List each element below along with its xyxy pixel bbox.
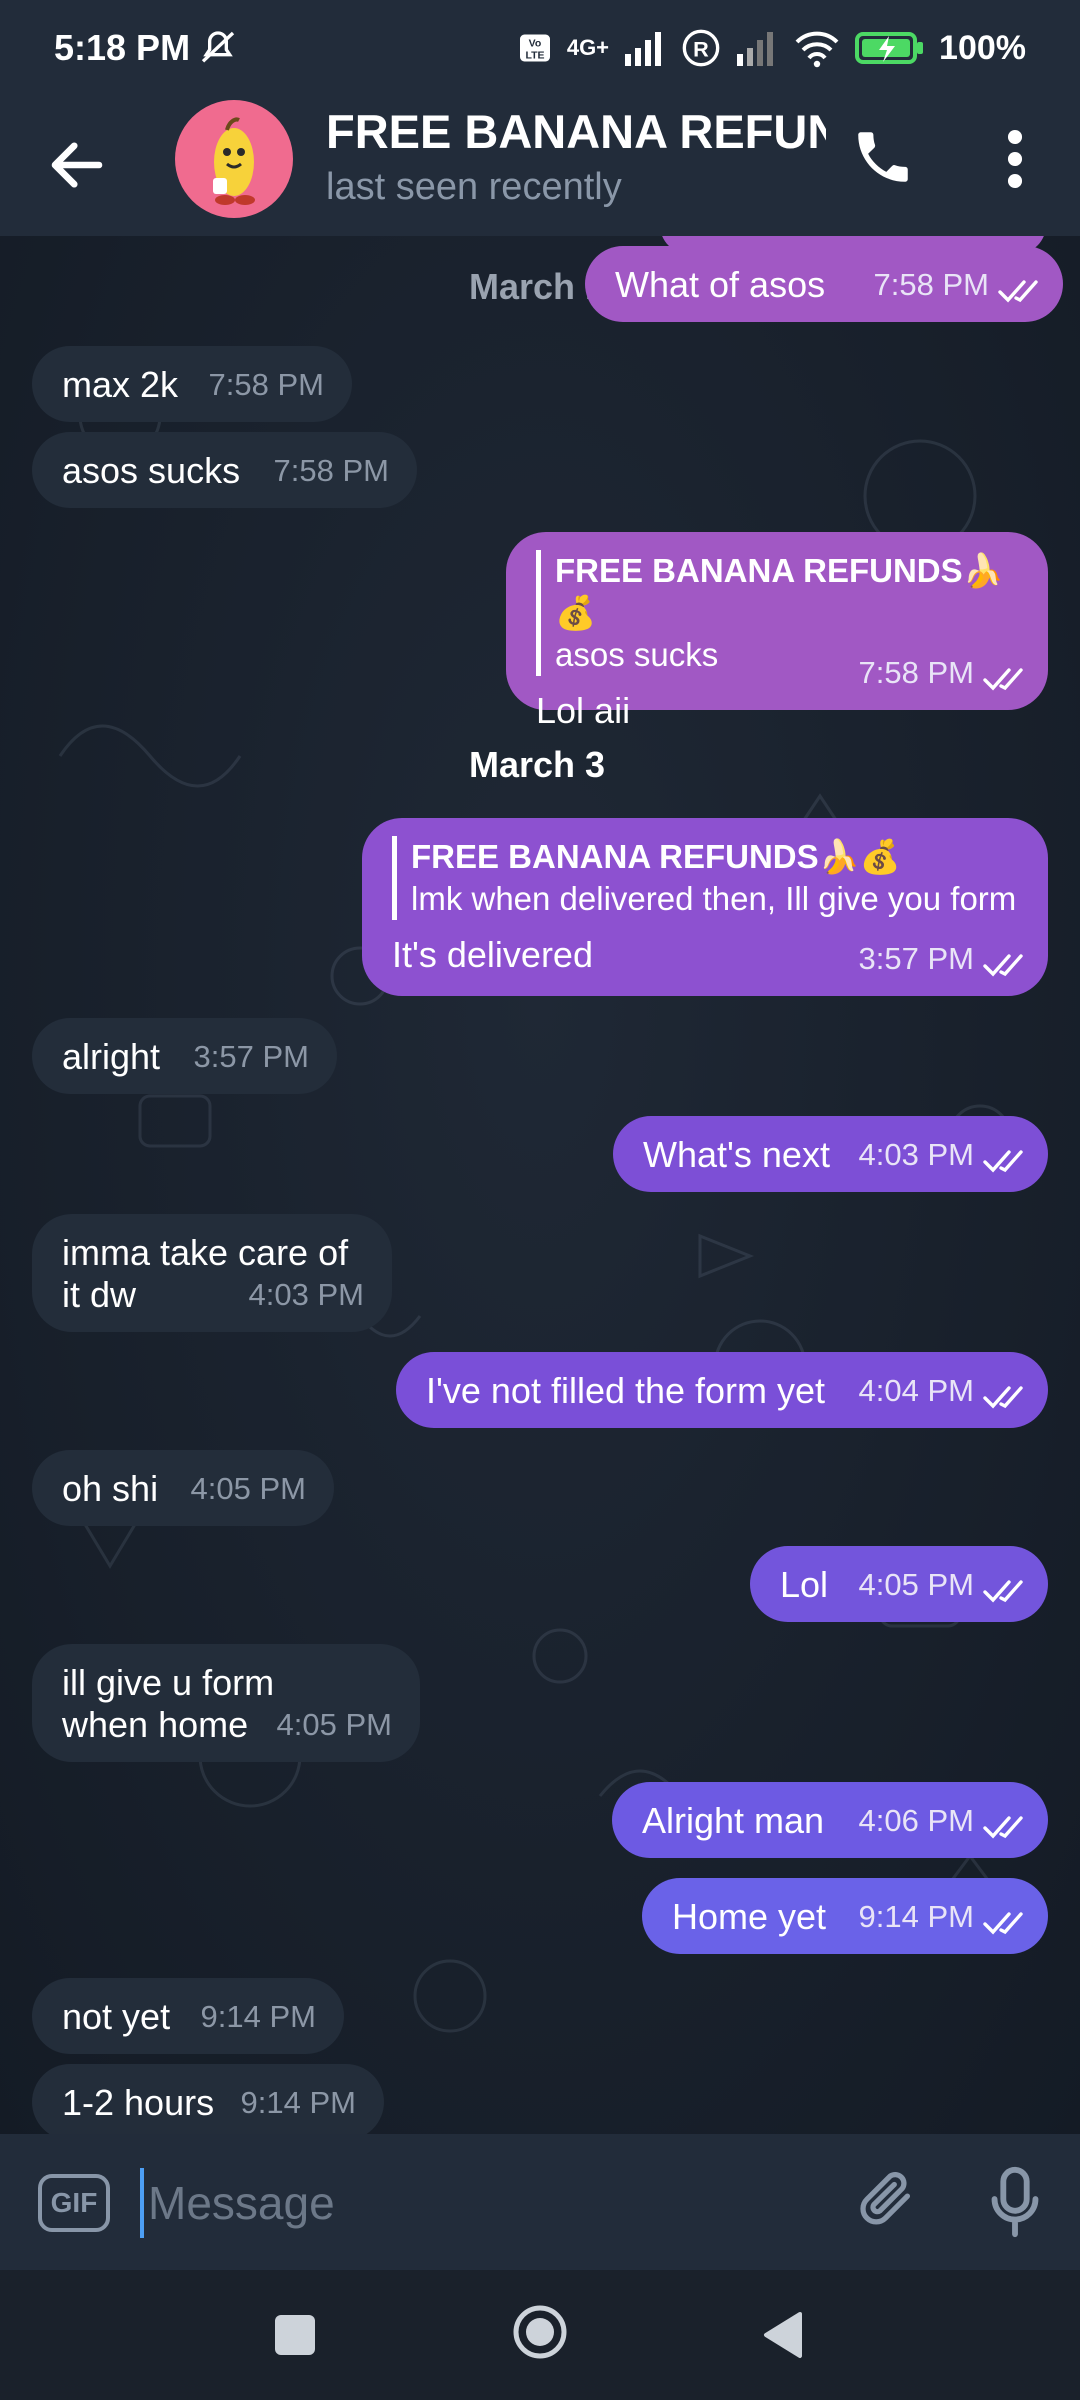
message-time: 4:03 PM <box>248 1277 364 1312</box>
double-check-icon <box>983 1816 1023 1839</box>
chat-header: FREE BANANA REFUN last seen recently <box>0 96 1080 236</box>
double-check-icon <box>983 668 1023 691</box>
microphone-icon[interactable] <box>985 2164 1045 2240</box>
volte-icon: Vo LTE <box>519 34 550 62</box>
back-arrow-icon[interactable] <box>44 132 110 198</box>
date-chip-march-3: March 3 <box>469 744 606 785</box>
more-vertical-icon[interactable] <box>995 126 1035 192</box>
message-time: 9:14 PM <box>858 1899 974 1934</box>
message-text: What's next <box>643 1134 830 1175</box>
message-bubble-incoming[interactable]: asos sucks 7:58 PM <box>32 432 417 508</box>
message-time: 4:05 PM <box>858 1567 974 1602</box>
message-time: 4:03 PM <box>858 1137 974 1172</box>
reply-quote[interactable]: FREE BANANA REFUNDS🍌💰 lmk when delivered… <box>392 836 1018 920</box>
double-check-icon <box>998 280 1038 303</box>
message-time: 7:58 PM <box>858 655 974 690</box>
message-bubble-outgoing[interactable]: Lol 4:05 PM <box>750 1546 1048 1622</box>
banana-icon <box>213 117 255 205</box>
message-time: 4:04 PM <box>858 1373 974 1408</box>
message-bubble-incoming[interactable]: imma take care of it dw 4:03 PM <box>32 1214 392 1332</box>
nav-back-button[interactable] <box>760 2310 804 2360</box>
message-time: 7:58 PM <box>273 453 389 488</box>
message-text-line-1: imma take care of <box>62 1232 349 1273</box>
battery-percent: 100% <box>939 28 1026 67</box>
message-text-line-1: ill give u form <box>62 1662 275 1703</box>
avatar[interactable] <box>175 100 293 218</box>
message-time: 3:57 PM <box>193 1039 309 1074</box>
message-bubble-incoming[interactable]: max 2k 7:58 PM <box>32 346 352 422</box>
message-bubble-incoming[interactable]: 1-2 hours 9:14 PM <box>32 2064 384 2134</box>
message-bubble-incoming[interactable]: oh shi 4:05 PM <box>32 1450 334 1526</box>
status-icons: Vo LTE 4G+ R 100% <box>517 28 1026 68</box>
message-text: Home yet <box>672 1896 827 1937</box>
signal-weak-icon <box>737 32 774 66</box>
double-check-icon <box>983 1386 1023 1409</box>
message-bubble-outgoing-reply[interactable]: FREE BANANA REFUNDS🍌💰 lmk when delivered… <box>362 818 1048 996</box>
chat-title[interactable]: FREE BANANA REFUN <box>326 104 826 159</box>
status-time: 5:18 PM <box>54 27 191 68</box>
message-bubble-outgoing[interactable]: I've not filled the form yet 4:04 PM <box>396 1352 1048 1428</box>
message-time: 7:58 PM <box>208 367 324 402</box>
gif-button[interactable]: GIF <box>38 2174 110 2232</box>
system-nav-bar <box>0 2270 1080 2400</box>
wifi-icon <box>795 31 839 68</box>
chat-area[interactable]: March 1 What of asos 7:58 PM max 2k 7:58… <box>0 236 1080 2134</box>
message-bubble-outgoing[interactable]: What of asos 7:58 PM <box>585 246 1063 322</box>
message-input-bar: GIF <box>0 2134 1080 2270</box>
message-text: Alright man <box>642 1800 825 1841</box>
recents-button[interactable] <box>275 2315 315 2355</box>
battery-icon <box>855 32 924 64</box>
message-text: alright <box>62 1036 161 1077</box>
home-button[interactable] <box>510 2302 570 2362</box>
double-check-icon <box>983 954 1023 977</box>
double-check-icon <box>983 1912 1023 1935</box>
message-bubble-incoming[interactable]: not yet 9:14 PM <box>32 1978 344 2054</box>
message-text: I've not filled the form yet <box>426 1370 826 1411</box>
double-check-icon <box>983 1150 1023 1173</box>
message-input[interactable] <box>140 2168 820 2238</box>
double-check-icon <box>983 1580 1023 1603</box>
message-time: 4:05 PM <box>276 1707 392 1742</box>
message-time: 9:14 PM <box>200 1999 316 2034</box>
message-time: 9:14 PM <box>240 2085 356 2120</box>
message-time: 4:05 PM <box>190 1471 306 1506</box>
reply-author: FREE BANANA REFUNDS🍌💰 <box>555 552 1004 631</box>
network-type: 4G+ <box>566 35 610 60</box>
message-time: 3:57 PM <box>858 941 974 976</box>
message-text: Lol <box>780 1564 829 1605</box>
phone-icon[interactable] <box>850 124 916 190</box>
message-bubble-outgoing[interactable]: Alright man 4:06 PM <box>612 1782 1048 1858</box>
reply-author: FREE BANANA REFUNDS🍌💰 <box>411 838 901 875</box>
message-text: not yet <box>62 1996 171 2037</box>
message-text: It's delivered <box>392 934 593 975</box>
svg-text:LTE: LTE <box>525 50 544 62</box>
reply-text: lmk when delivered then, Ill give you fo… <box>411 880 1017 917</box>
svg-text:R: R <box>693 36 709 61</box>
message-time: 7:58 PM <box>873 267 989 302</box>
message-bubble-outgoing[interactable]: Home yet 9:14 PM <box>642 1878 1048 1954</box>
message-bubble-incoming[interactable]: ill give u form when home 4:05 PM <box>32 1644 420 1762</box>
paperclip-icon[interactable] <box>852 2164 922 2240</box>
signal-icon <box>625 32 662 66</box>
status-bar: 5:18 PM Vo LTE 4G+ R 100% <box>0 0 1080 96</box>
roaming-icon: R <box>682 29 720 67</box>
message-bubble-incoming[interactable]: alright 3:57 PM <box>32 1018 337 1094</box>
message-text: 1-2 hours <box>62 2082 215 2123</box>
message-text: Lol aii <box>536 690 631 731</box>
message-text: max 2k <box>62 364 179 405</box>
message-time: 4:06 PM <box>858 1803 974 1838</box>
message-text: asos sucks <box>62 450 241 491</box>
message-text: What of asos <box>615 264 826 305</box>
mute-icon <box>201 31 235 63</box>
message-bubble-outgoing-reply[interactable]: FREE BANANA REFUNDS🍌💰 asos sucks Lol aii… <box>506 532 1048 731</box>
message-bubble-outgoing[interactable]: What's next 4:03 PM <box>613 1116 1048 1192</box>
svg-text:Vo: Vo <box>529 38 542 50</box>
chat-status: last seen recently <box>326 166 622 208</box>
message-text: oh shi <box>62 1468 159 1509</box>
